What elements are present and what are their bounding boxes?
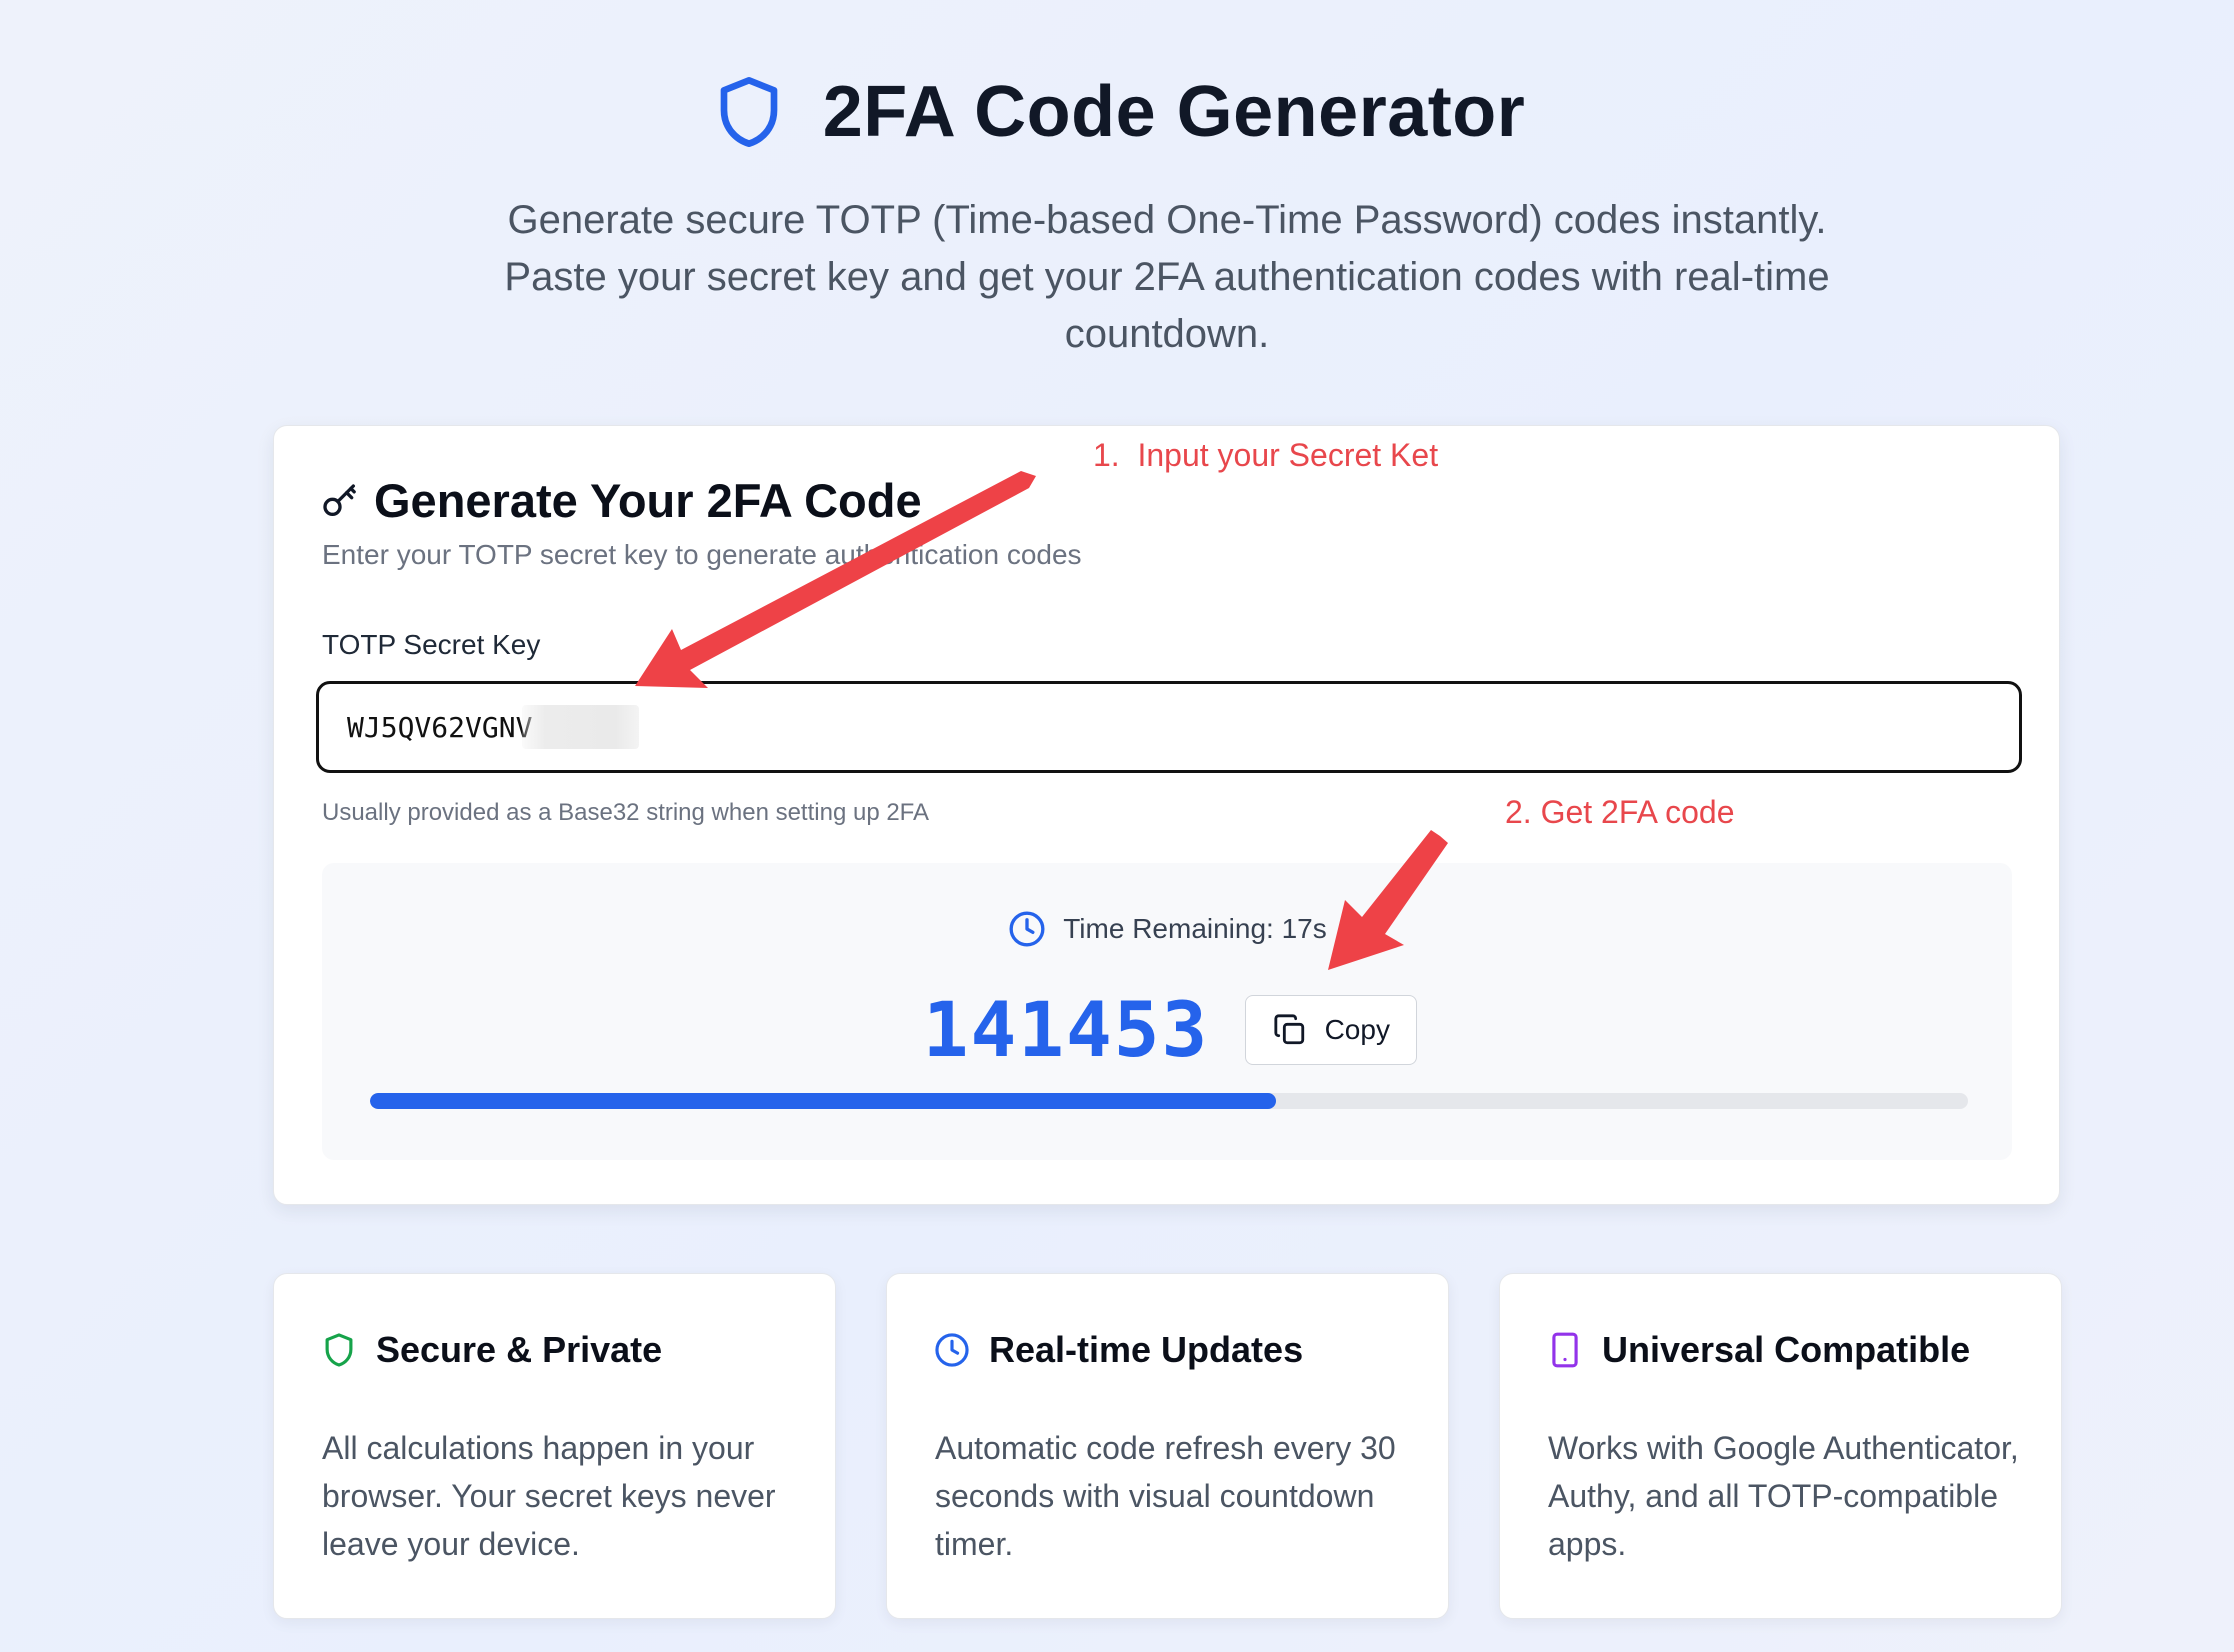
shield-icon	[325, 1333, 353, 1367]
time-remaining: Time Remaining: 17s	[1063, 913, 1327, 944]
feature-title: Real-time Updates	[989, 1329, 1304, 1370]
code-row: 141453 Copy	[322, 985, 2012, 1074]
generator-subtitle: Enter your TOTP secret key to generate a…	[322, 539, 1082, 570]
generator-title: Generate Your 2FA Code	[374, 474, 922, 527]
countdown-progress-fill	[370, 1093, 1277, 1109]
clock-icon	[935, 1333, 969, 1367]
feature-title: Universal Compatible	[1602, 1329, 1971, 1370]
secret-key-hint: Usually provided as a Base32 string when…	[322, 799, 930, 826]
generator-card-header: Generate Your 2FA Code	[320, 473, 922, 528]
redaction-blur	[522, 705, 639, 749]
countdown-progress-bar	[370, 1093, 1968, 1109]
code-panel: Time Remaining: 17s 141453 Copy	[322, 863, 2012, 1160]
annotation-step-2: 2. Get 2FA code	[1505, 794, 1735, 830]
page-header: 2FA Code Generator	[0, 62, 2234, 162]
copy-button-label: Copy	[1324, 1013, 1390, 1045]
secret-key-label: TOTP Secret Key	[322, 629, 541, 660]
feature-header: Secure & Private	[320, 1329, 662, 1371]
generator-card: Generate Your 2FA Code Enter your TOTP s…	[273, 425, 2060, 1205]
feature-card-realtime: Real-time Updates Automatic code refresh…	[886, 1273, 1449, 1619]
key-icon	[323, 483, 356, 516]
feature-card-secure: Secure & Private All calculations happen…	[273, 1273, 836, 1619]
annotation-step-1: 1. Input your Secret Ket	[1093, 437, 1439, 473]
feature-description: Automatic code refresh every 30 seconds …	[935, 1430, 1396, 1562]
feature-title: Secure & Private	[376, 1329, 663, 1370]
otp-code: 141453	[922, 985, 1210, 1074]
page-title: 2FA Code Generator	[822, 72, 1526, 152]
clock-icon	[1009, 911, 1045, 947]
page-subtitle: Generate secure TOTP (Time-based One-Tim…	[504, 198, 1830, 356]
smartphone-icon	[1552, 1332, 1578, 1368]
feature-description: Works with Google Authenticator, Authy, …	[1548, 1430, 2019, 1562]
feature-header: Real-time Updates	[933, 1329, 1303, 1371]
shield-icon	[720, 77, 778, 148]
copy-icon	[1273, 1013, 1304, 1044]
copy-button[interactable]: Copy	[1245, 994, 1418, 1065]
feature-card-compatible: Universal Compatible Works with Google A…	[1499, 1273, 2062, 1619]
timer-row: Time Remaining: 17s	[322, 909, 2012, 949]
feature-description: All calculations happen in your browser.…	[322, 1430, 776, 1562]
feature-header: Universal Compatible	[1546, 1329, 1970, 1371]
